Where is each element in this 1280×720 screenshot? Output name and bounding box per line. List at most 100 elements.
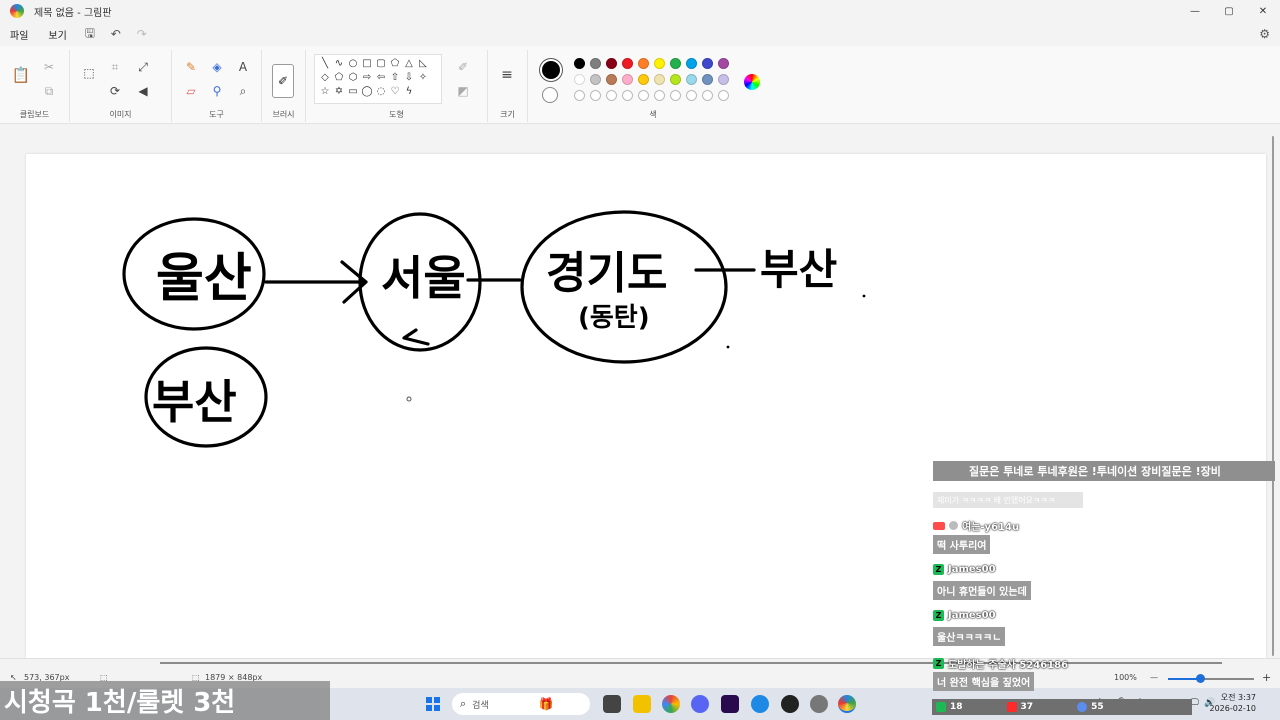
size-icon[interactable]: ≡ xyxy=(498,66,516,84)
share-icon[interactable]: ⚙ xyxy=(1259,27,1270,41)
zoom-slider-thumb[interactable] xyxy=(1196,674,1205,683)
right-arrow-shape-icon[interactable]: ⇨ xyxy=(360,70,374,84)
color-swatch[interactable] xyxy=(718,58,729,69)
shape-fill-icon[interactable]: ◩ xyxy=(454,82,472,100)
color-swatch[interactable] xyxy=(654,58,665,69)
up-arrow-shape-icon[interactable]: ⇧ xyxy=(388,70,402,84)
crop-icon[interactable]: ⌗ xyxy=(106,58,124,76)
color-swatch[interactable] xyxy=(686,74,697,85)
custom-color-slot[interactable] xyxy=(670,90,681,101)
lightning-shape-icon[interactable]: ϟ xyxy=(402,84,416,98)
color-swatch[interactable] xyxy=(574,74,585,85)
color-swatch[interactable] xyxy=(654,74,665,85)
color-swatch[interactable] xyxy=(622,58,633,69)
pentagon-shape-icon[interactable]: ⬠ xyxy=(332,70,346,84)
curve-shape-icon[interactable]: ∿ xyxy=(332,56,346,70)
menu-view[interactable]: 보기 xyxy=(38,27,76,42)
color-swatch[interactable] xyxy=(702,58,713,69)
color-swatch[interactable] xyxy=(590,58,601,69)
zoom-in-icon[interactable]: + xyxy=(1262,671,1271,684)
vertical-scrollbar[interactable] xyxy=(1272,136,1274,656)
left-arrow-shape-icon[interactable]: ⇦ xyxy=(374,70,388,84)
edge-icon[interactable] xyxy=(751,695,769,713)
color-swatch[interactable] xyxy=(606,74,617,85)
fill-icon[interactable]: ◈ xyxy=(208,58,226,76)
custom-color-slot[interactable] xyxy=(606,90,617,101)
custom-color-slot[interactable] xyxy=(574,90,585,101)
menu-file[interactable]: 파일 xyxy=(0,27,38,42)
zoom-out-icon[interactable]: — xyxy=(1150,673,1158,682)
heart-shape-icon[interactable]: ♡ xyxy=(388,84,402,98)
redo-icon[interactable]: ↷ xyxy=(129,27,155,41)
brush-icon[interactable]: ✐ xyxy=(272,64,294,98)
color-swatch[interactable] xyxy=(574,58,585,69)
custom-color-slot[interactable] xyxy=(702,90,713,101)
copy-icon[interactable]: ⧉ xyxy=(40,82,58,100)
color-swatch[interactable] xyxy=(638,74,649,85)
star4-shape-icon[interactable]: ✧ xyxy=(416,70,430,84)
custom-color-slot[interactable] xyxy=(622,90,633,101)
polygon-shape-icon[interactable]: ⬠ xyxy=(388,56,402,70)
color-swatch[interactable] xyxy=(622,74,633,85)
paint-taskbar-icon[interactable] xyxy=(838,695,856,713)
color-picker-icon[interactable]: ⚲ xyxy=(208,82,226,100)
custom-color-slot[interactable] xyxy=(638,90,649,101)
settings-icon[interactable] xyxy=(810,695,828,713)
star6-shape-icon[interactable]: ✡ xyxy=(332,84,346,98)
color-swatch[interactable] xyxy=(590,74,601,85)
star5-shape-icon[interactable]: ☆ xyxy=(318,84,332,98)
taskbar-search[interactable]: ⌕ 검색 🎁 xyxy=(452,693,590,715)
explorer-icon[interactable] xyxy=(633,695,651,713)
select-icon[interactable]: ⬚ xyxy=(80,64,98,82)
color-swatch[interactable] xyxy=(638,58,649,69)
minimize-button[interactable]: — xyxy=(1178,0,1212,22)
custom-color-slot[interactable] xyxy=(654,90,665,101)
right-triangle-shape-icon[interactable]: ◺ xyxy=(416,56,430,70)
color1-swatch[interactable] xyxy=(542,61,560,79)
rotate-icon[interactable]: ⟳ xyxy=(106,82,124,100)
hexagon-shape-icon[interactable]: ⬡ xyxy=(346,70,360,84)
cut-icon[interactable]: ✂ xyxy=(40,58,58,76)
color-swatch[interactable] xyxy=(670,74,681,85)
chrome-icon[interactable] xyxy=(662,695,680,713)
oval-shape-icon[interactable]: ○ xyxy=(346,56,360,70)
discord-icon[interactable] xyxy=(691,695,709,713)
callout-oval-shape-icon[interactable]: ◯ xyxy=(360,84,374,98)
color-swatch[interactable] xyxy=(606,58,617,69)
custom-color-slot[interactable] xyxy=(590,90,601,101)
zoom-slider[interactable] xyxy=(1168,678,1254,680)
color2-swatch[interactable] xyxy=(542,87,558,103)
save-icon[interactable]: 🖫 xyxy=(77,24,103,45)
flip-icon[interactable]: ◀ xyxy=(134,82,152,100)
obs-icon[interactable] xyxy=(781,695,799,713)
system-clock[interactable]: 오전 3:37 2026-02-10 xyxy=(1210,692,1257,714)
color-swatch[interactable] xyxy=(686,58,697,69)
color-swatch[interactable] xyxy=(670,58,681,69)
maximize-button[interactable]: ▢ xyxy=(1212,0,1246,22)
task-view-icon[interactable] xyxy=(603,695,621,713)
outline-icon[interactable]: ✐ xyxy=(454,58,472,76)
drawing-canvas[interactable]: 울산 서울 경기도 (동탄) 부산 부산 xyxy=(26,154,1266,658)
text-icon[interactable]: A xyxy=(234,58,252,76)
eraser-icon[interactable]: ▱ xyxy=(182,82,200,100)
callout-cloud-shape-icon[interactable]: ◌ xyxy=(374,84,388,98)
close-button[interactable]: ✕ xyxy=(1246,0,1280,22)
paste-icon[interactable]: 📋 xyxy=(12,66,31,84)
color-swatch[interactable] xyxy=(718,74,729,85)
rounded-rect-shape-icon[interactable]: ▢ xyxy=(374,56,388,70)
start-icon[interactable] xyxy=(426,697,440,711)
magnifier-icon[interactable]: ⌕ xyxy=(234,82,252,100)
diamond-shape-icon[interactable]: ◇ xyxy=(318,70,332,84)
line-shape-icon[interactable]: ╲ xyxy=(318,56,332,70)
triangle-shape-icon[interactable]: △ xyxy=(402,56,416,70)
down-arrow-shape-icon[interactable]: ⇩ xyxy=(402,70,416,84)
color-swatch[interactable] xyxy=(702,74,713,85)
resize-icon[interactable]: ⤢ xyxy=(134,58,152,76)
pencil-icon[interactable]: ✎ xyxy=(182,58,200,76)
premiere-icon[interactable] xyxy=(721,695,739,713)
custom-color-slot[interactable] xyxy=(686,90,697,101)
rectangle-shape-icon[interactable]: □ xyxy=(360,56,374,70)
callout-rect-shape-icon[interactable]: ▭ xyxy=(346,84,360,98)
undo-icon[interactable]: ↶ xyxy=(103,27,129,41)
custom-color-slot[interactable] xyxy=(718,90,729,101)
